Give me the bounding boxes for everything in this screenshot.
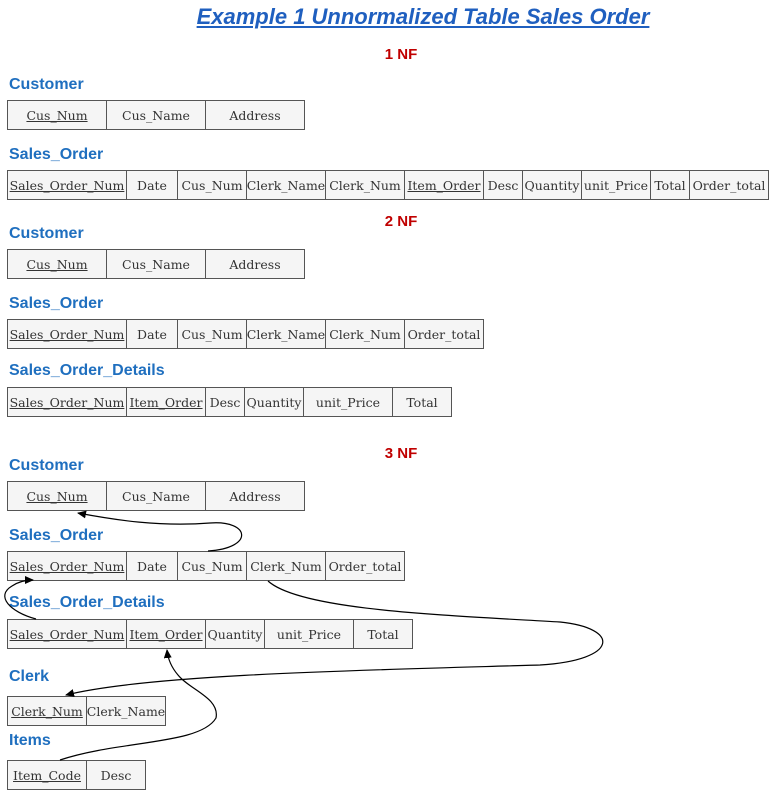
nf2-customer-table: Cus_Num Cus_Name Address [7, 249, 305, 279]
nf3-customer-table: Cus_Num Cus_Name Address [7, 481, 305, 511]
table-cell-unit-price: unit_Price [264, 619, 354, 649]
nf2-sales-order-details-table: Sales_Order_Num Item_Order Desc Quantity uni… [7, 387, 452, 417]
table-cell-clerk-name: Clerk_Name [86, 696, 166, 726]
nf1-customer-table: Cus_Num Cus_Name Address [7, 100, 305, 130]
nf3-items-name: Items [9, 732, 51, 749]
table-cell-unit-price: unit_Price [303, 387, 393, 417]
table-cell-unit-price: unit_Price [581, 170, 651, 200]
nf3-clerk-name: Clerk [9, 668, 50, 685]
table-cell-sales-order-num: Sales_Order_Num [7, 619, 127, 649]
table-cell-item-order: Item_Order [404, 170, 484, 200]
table-cell-quantity: Quantity [522, 170, 582, 200]
table-cell-cus-name: Cus_Name [106, 481, 206, 511]
table-cell-order-total: Order_total [404, 319, 484, 349]
table-cell-desc: Desc [86, 760, 146, 790]
table-cell-sales-order-num: Sales_Order_Num [7, 551, 127, 581]
nf3-sales-order-table: Sales_Order_Num Date Cus_Num Clerk_Num Order… [7, 551, 405, 581]
table-cell-total: Total [650, 170, 690, 200]
nf1-heading: 1 NF [384, 46, 418, 63]
table-cell-cus-num: Cus_Num [177, 319, 247, 349]
table-cell-sales-order-num: Sales_Order_Num [7, 170, 127, 200]
nf1-sales-order-table: Sales_Order_Num Date Cus_Num Clerk_Name Cler… [7, 170, 769, 200]
table-cell-sales-order-num: Sales_Order_Num [7, 387, 127, 417]
table-cell-date: Date [126, 551, 178, 581]
nf2-sales-order-details-name: Sales_Order_Details [9, 362, 165, 379]
table-cell-address: Address [205, 249, 305, 279]
table-cell-total: Total [353, 619, 413, 649]
table-cell-sales-order-num: Sales_Order_Num [7, 319, 127, 349]
table-cell-cus-num: Cus_Num [7, 249, 107, 279]
table-cell-clerk-num: Clerk_Num [246, 551, 326, 581]
table-cell-item-order: Item_Order [126, 619, 206, 649]
table-cell-item-code: Item_Code [7, 760, 87, 790]
table-cell-cus-num: Cus_Num [177, 551, 247, 581]
table-cell-address: Address [205, 100, 305, 130]
table-cell-clerk-name: Clerk_Name [246, 170, 326, 200]
table-cell-desc: Desc [483, 170, 523, 200]
table-cell-order-total: Order_total [689, 170, 769, 200]
nf3-sales-order-name: Sales_Order [9, 527, 104, 544]
table-cell-cus-name: Cus_Name [106, 100, 206, 130]
table-cell-clerk-num: Clerk_Num [325, 170, 405, 200]
nf3-customer-name: Customer [9, 457, 84, 474]
nf2-sales-order-table: Sales_Order_Num Date Cus_Num Clerk_Name Cler… [7, 319, 484, 349]
table-cell-clerk-name: Clerk_Name [246, 319, 326, 349]
table-cell-cus-num: Cus_Num [7, 100, 107, 130]
nf2-sales-order-name: Sales_Order [9, 295, 104, 312]
table-cell-address: Address [205, 481, 305, 511]
table-cell-item-order: Item_Order [126, 387, 206, 417]
table-cell-date: Date [126, 170, 178, 200]
diagram-title: Example 1 Unnormalized Table Sales Order [196, 4, 650, 29]
nf3-sales-order-details-table: Sales_Order_Num Item_Order Quantity unit_Pr… [7, 619, 413, 649]
table-cell-quantity: Quantity [205, 619, 265, 649]
table-cell-cus-num: Cus_Num [7, 481, 107, 511]
nf2-customer-name: Customer [9, 225, 84, 242]
nf3-sales-order-details-name: Sales_Order_Details [9, 594, 165, 611]
nf3-clerk-table: Clerk_Num Clerk_Name [7, 696, 166, 726]
table-cell-cus-name: Cus_Name [106, 249, 206, 279]
table-cell-date: Date [126, 319, 178, 349]
nf2-heading: 2 NF [384, 213, 418, 230]
nf1-customer-name: Customer [9, 76, 84, 93]
nf3-items-table: Item_Code Desc [7, 760, 146, 790]
table-cell-order-total: Order_total [325, 551, 405, 581]
nf1-sales-order-name: Sales_Order [9, 146, 104, 163]
table-cell-clerk-num: Clerk_Num [7, 696, 87, 726]
nf3-heading: 3 NF [384, 445, 418, 462]
table-cell-quantity: Quantity [244, 387, 304, 417]
table-cell-cus-num: Cus_Num [177, 170, 247, 200]
table-cell-total: Total [392, 387, 452, 417]
table-cell-clerk-num: Clerk_Num [325, 319, 405, 349]
table-cell-desc: Desc [205, 387, 245, 417]
